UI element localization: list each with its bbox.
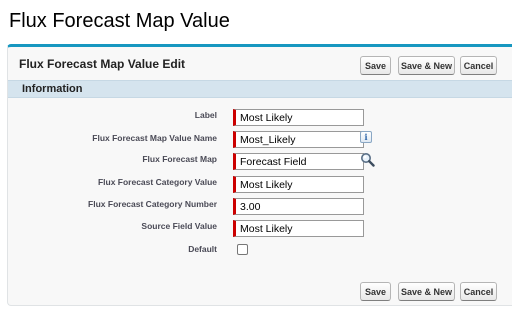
cancel-button-bottom[interactable]: Cancel [460, 282, 497, 301]
save-new-button-bottom[interactable]: Save & New [398, 282, 455, 301]
save-new-button-top[interactable]: Save & New [398, 56, 455, 75]
map-value-name-input[interactable] [233, 131, 364, 148]
forecast-map-input[interactable] [233, 153, 364, 170]
section-title: Information [22, 83, 83, 95]
category-number-label: Flux Forecast Category Number [88, 199, 217, 209]
default-label: Default [188, 244, 217, 254]
map-value-name-label: Flux Forecast Map Value Name [92, 133, 217, 143]
panel-title: Flux Forecast Map Value Edit [19, 57, 186, 71]
source-field-value-label: Source Field Value [141, 221, 217, 231]
page-title: Flux Forecast Map Value [9, 10, 230, 32]
label-field-label: Label [194, 110, 217, 120]
category-value-input[interactable] [233, 176, 364, 193]
cancel-button-top[interactable]: Cancel [460, 56, 497, 75]
save-button-top[interactable]: Save [360, 56, 391, 75]
forecast-map-label: Flux Forecast Map [142, 154, 217, 164]
category-number-input[interactable] [233, 198, 364, 215]
section-header: Information [8, 80, 512, 98]
panel-header: Flux Forecast Map Value Edit Save Save &… [8, 47, 512, 83]
lookup-magnifier-icon[interactable] [360, 152, 375, 167]
info-icon[interactable]: i [360, 131, 372, 143]
category-value-label: Flux Forecast Category Value [97, 177, 217, 187]
label-input[interactable] [233, 109, 364, 126]
default-checkbox[interactable] [237, 244, 248, 255]
edit-panel: Flux Forecast Map Value Edit Save Save &… [7, 44, 512, 306]
source-field-value-input[interactable] [233, 220, 364, 237]
save-button-bottom[interactable]: Save [360, 282, 391, 301]
